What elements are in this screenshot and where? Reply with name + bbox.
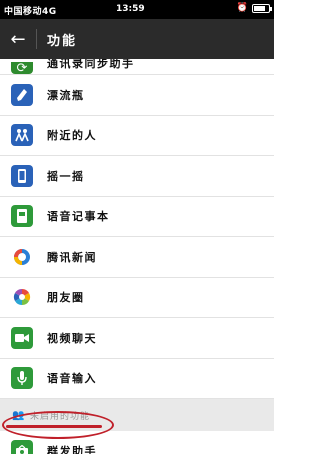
microphone-icon [11,367,33,390]
list-item[interactable]: ⟳ 通讯录同步助手 [0,59,274,75]
list-item[interactable]: 漂流瓶 [0,75,274,116]
people-nearby-icon [11,124,33,147]
list-item-label: 语音记事本 [47,210,110,224]
shake-phone-icon [11,164,33,187]
clock: 13:59 [116,4,145,14]
list-item[interactable]: 腾讯新闻 [0,237,274,278]
voice-note-icon [11,205,33,228]
list-item-label: 朋友圈 [47,291,85,305]
header-divider [36,29,37,49]
bottle-icon [11,83,33,106]
page-title: 功能 [47,33,78,49]
red-circle-annotation [2,411,114,439]
battery-icon [252,3,272,13]
alarm-icon: ⏰ [236,3,248,13]
list-item[interactable]: 附近的人 [0,115,274,156]
carrier-name: 中国移动4G [4,7,57,17]
list-item-label: 视频聊天 [47,331,97,345]
arrow-left-icon: ← [10,28,26,50]
video-chat-icon [11,326,33,349]
list-item-label: 群发助手 [47,444,97,454]
list-item-label: 语音输入 [47,372,97,386]
list-item[interactable]: 语音记事本 [0,196,274,237]
moments-icon [11,286,33,309]
list-item[interactable]: 视频聊天 [0,318,274,359]
list-item-label: 摇一摇 [47,169,85,183]
broadcast-icon [11,439,33,454]
list-item-label: 通讯录同步助手 [47,59,135,70]
list-item[interactable]: 朋友圈 [0,277,274,318]
feature-list: ⟳ 通讯录同步助手 漂流瓶 附近的人 摇一摇 语音记事本 腾讯新闻 朋友圈 视频… [0,59,274,454]
status-bar: 中国移动4G 13:59 ⏰ [0,0,274,19]
list-item-label: 腾讯新闻 [47,250,97,264]
list-item-label: 附近的人 [47,129,97,143]
app-bar: ← 功能 [0,19,274,59]
sync-icon: ⟳ [11,61,33,74]
list-item-label: 漂流瓶 [47,88,85,102]
tencent-news-icon [11,245,33,268]
back-button[interactable]: ← [0,19,36,59]
list-item[interactable]: 摇一摇 [0,156,274,197]
status-icons: ⏰ [236,3,272,13]
list-item[interactable]: 语音输入 [0,358,274,399]
